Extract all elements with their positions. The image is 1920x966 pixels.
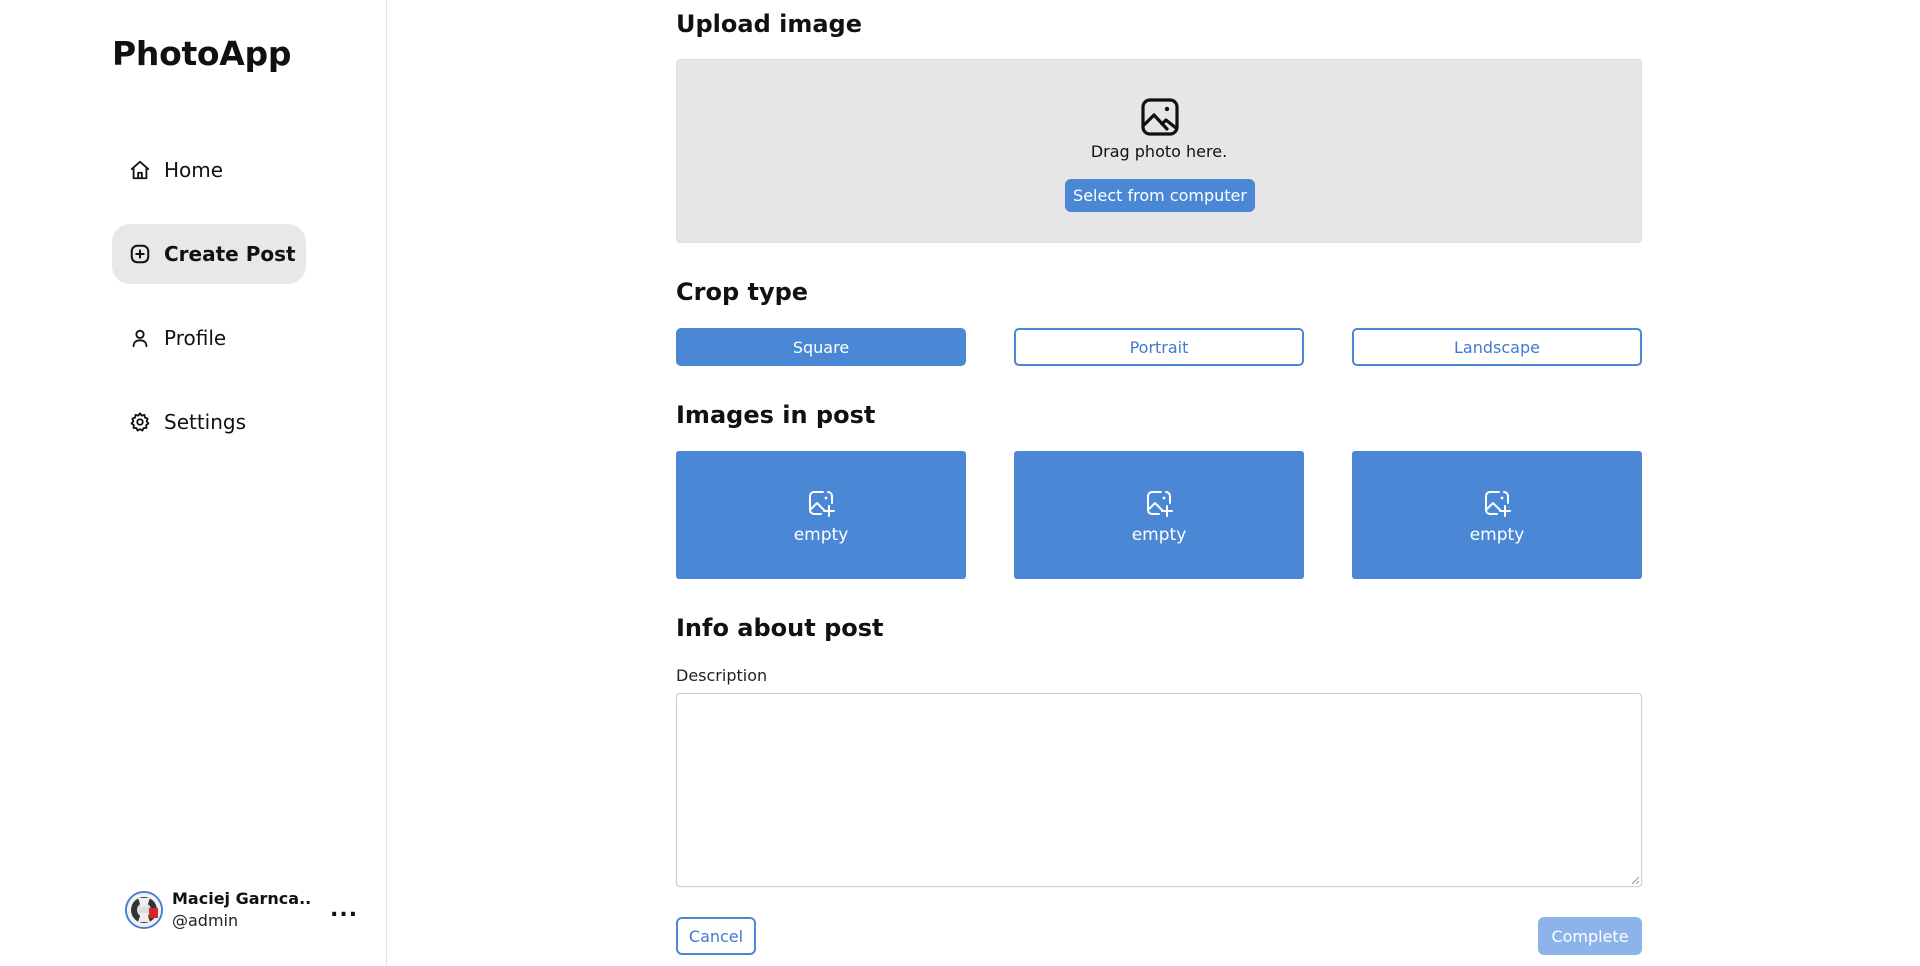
crop-landscape-button[interactable]: Landscape: [1352, 328, 1642, 366]
sidebar-item-settings[interactable]: Settings: [112, 392, 306, 452]
description-textarea[interactable]: [676, 693, 1642, 887]
complete-button[interactable]: Complete: [1538, 917, 1642, 955]
crop-type-options: Square Portrait Landscape: [676, 328, 1642, 366]
avatar-image: [127, 893, 161, 927]
sidebar-nav: Home Create Post Profile Settings: [112, 140, 306, 476]
more-options-icon[interactable]: ...: [330, 899, 358, 921]
crop-portrait-button[interactable]: Portrait: [1014, 328, 1304, 366]
cancel-button[interactable]: Cancel: [676, 917, 756, 955]
user-handle: @admin: [172, 911, 239, 930]
dropzone-hint: Drag photo here.: [1090, 142, 1228, 161]
sidebar-item-label: Create Post: [164, 242, 296, 266]
plus-square-icon: [130, 244, 150, 264]
sidebar-item-label: Profile: [164, 326, 227, 350]
add-image-icon: [1147, 491, 1173, 517]
add-image-icon: [809, 491, 835, 517]
photo-dropzone[interactable]: Drag photo here. Select from computer: [676, 59, 1642, 243]
sidebar-item-profile[interactable]: Profile: [112, 308, 306, 368]
image-slots: empty empty empty: [676, 451, 1642, 579]
sidebar-item-label: Home: [164, 158, 224, 182]
sidebar: PhotoApp Home Create Post Profile Settin…: [0, 0, 387, 966]
info-section-title: Info about post: [676, 614, 884, 642]
gear-icon: [130, 412, 150, 432]
user-icon: [132, 329, 148, 348]
image-icon: [1141, 98, 1179, 136]
add-image-icon: [1485, 491, 1511, 517]
select-from-computer-button[interactable]: Select from computer: [1065, 179, 1255, 212]
upload-section-title: Upload image: [676, 10, 862, 38]
image-slot[interactable]: empty: [676, 451, 966, 579]
user-name: Maciej Garnca...: [172, 889, 312, 908]
crop-square-button[interactable]: Square: [676, 328, 966, 366]
avatar[interactable]: [125, 891, 163, 929]
user-info: Maciej Garnca... @admin: [172, 888, 312, 932]
user-card[interactable]: Maciej Garnca... @admin ...: [125, 886, 358, 934]
sidebar-item-create-post[interactable]: Create Post: [112, 224, 306, 284]
crop-section-title: Crop type: [676, 278, 809, 306]
resize-handle-icon[interactable]: [1631, 876, 1640, 885]
sidebar-item-label: Settings: [164, 410, 247, 434]
slot-label: empty: [1469, 525, 1525, 545]
app-logo[interactable]: PhotoApp: [112, 34, 291, 73]
slot-label: empty: [793, 525, 849, 545]
image-slot[interactable]: empty: [1352, 451, 1642, 579]
slot-label: empty: [1131, 525, 1187, 545]
image-slot[interactable]: empty: [1014, 451, 1304, 579]
images-section-title: Images in post: [676, 401, 876, 429]
sidebar-item-home[interactable]: Home: [112, 140, 306, 200]
description-label: Description: [676, 666, 768, 685]
home-icon: [130, 160, 150, 180]
